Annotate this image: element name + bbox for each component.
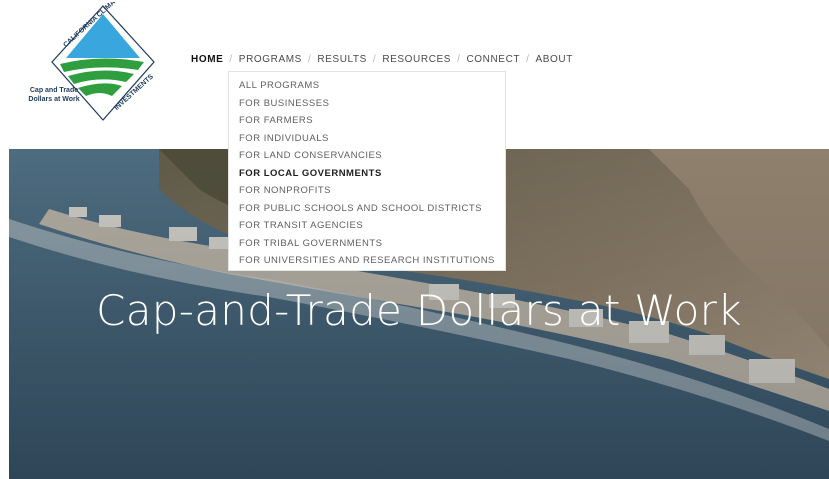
menu-item-for-individuals[interactable]: FOR INDIVIDUALS bbox=[229, 130, 505, 148]
menu-item-for-public-schools[interactable]: FOR PUBLIC SCHOOLS AND SCHOOL DISTRICTS bbox=[229, 200, 505, 218]
logo-mark-icon: CALIFORNIA CLIMATE INVESTMENTS bbox=[51, 0, 155, 121]
programs-dropdown-menu: ALL PROGRAMS FOR BUSINESSES FOR FARMERS … bbox=[228, 71, 506, 271]
nav-separator: / bbox=[526, 53, 530, 65]
nav-separator: / bbox=[457, 53, 461, 65]
nav-item-programs[interactable]: PROGRAMS bbox=[239, 54, 302, 65]
menu-item-for-tribal-governments[interactable]: FOR TRIBAL GOVERNMENTS bbox=[229, 235, 505, 253]
menu-item-for-local-governments[interactable]: FOR LOCAL GOVERNMENTS bbox=[229, 165, 505, 183]
menu-item-for-nonprofits[interactable]: FOR NONPROFITS bbox=[229, 182, 505, 200]
logo-tagline: Cap and Trade Dollars at Work bbox=[16, 86, 92, 104]
nav-separator: / bbox=[307, 53, 312, 65]
hero-title: Cap-and-Trade Dollars at Work bbox=[96, 286, 742, 335]
menu-item-for-universities[interactable]: FOR UNIVERSITIES AND RESEARCH INSTITUTIO… bbox=[229, 252, 505, 270]
nav-separator: / bbox=[229, 53, 233, 65]
menu-item-for-farmers[interactable]: FOR FARMERS bbox=[229, 112, 505, 130]
nav-item-connect[interactable]: CONNECT bbox=[466, 54, 520, 65]
menu-item-for-transit-agencies[interactable]: FOR TRANSIT AGENCIES bbox=[229, 217, 505, 235]
main-navigation: HOME / PROGRAMS / RESULTS / RESOURCES / … bbox=[191, 52, 573, 66]
logo-tagline-line1: Cap and Trade bbox=[29, 87, 79, 94]
menu-item-for-businesses[interactable]: FOR BUSINESSES bbox=[229, 95, 505, 113]
nav-item-about[interactable]: ABOUT bbox=[536, 54, 573, 65]
california-climate-investments-logo[interactable]: CALIFORNIA CLIMATE INVESTMENTS Cap and T… bbox=[8, 0, 158, 127]
nav-separator: / bbox=[372, 53, 377, 65]
nav-item-resources[interactable]: RESOURCES bbox=[382, 54, 451, 65]
logo-tagline-line2: Dollars at Work bbox=[28, 96, 80, 103]
nav-item-results[interactable]: RESULTS bbox=[317, 54, 367, 65]
nav-item-home[interactable]: HOME bbox=[191, 54, 223, 65]
menu-item-for-land-conservancies[interactable]: FOR LAND CONSERVANCIES bbox=[229, 147, 505, 165]
menu-item-all-programs[interactable]: ALL PROGRAMS bbox=[229, 77, 505, 95]
